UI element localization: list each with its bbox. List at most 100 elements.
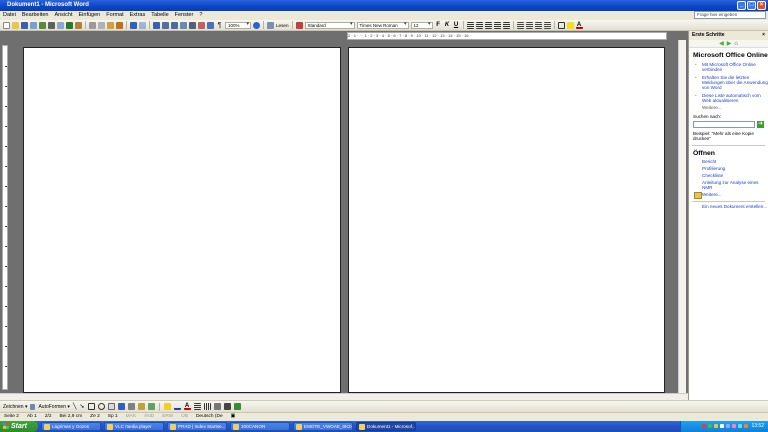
menu-help[interactable]: ? (196, 11, 205, 20)
dash-style-icon[interactable] (203, 403, 211, 410)
draw-menu[interactable]: Zeichnen ▾ (3, 404, 27, 410)
insert-excel-icon[interactable] (180, 21, 187, 29)
new-document-link[interactable]: Ein neues Dokument erstellen... (689, 204, 768, 209)
arrow-icon[interactable]: ➘ (80, 403, 85, 410)
search-input[interactable] (693, 121, 755, 128)
hyperlink-icon[interactable] (153, 21, 160, 29)
fill-color-icon[interactable] (163, 403, 171, 410)
redo-icon[interactable] (139, 21, 146, 29)
menu-tabelle[interactable]: Tabelle (148, 11, 171, 20)
close-button[interactable]: × (757, 1, 766, 10)
print-preview-icon[interactable] (57, 21, 64, 29)
bold-icon[interactable]: F (435, 22, 442, 29)
office-online-link-news[interactable]: Erhalten Sie die letzten Meldungen über … (689, 75, 768, 90)
wordart-icon[interactable] (117, 403, 125, 410)
italic-icon[interactable]: K (444, 22, 451, 29)
oval-icon[interactable] (97, 403, 105, 410)
line-icon[interactable]: ╲ (73, 403, 77, 410)
tables-borders-icon[interactable] (162, 21, 169, 29)
open-item-bericht[interactable]: Bericht (689, 159, 768, 164)
permission-icon[interactable] (30, 21, 37, 29)
back-arrow-icon[interactable]: ◀ (719, 40, 724, 47)
diagram-icon[interactable] (127, 403, 135, 410)
new-document-icon[interactable] (3, 21, 10, 29)
cut-icon[interactable] (89, 21, 96, 29)
tray-icon[interactable] (714, 423, 719, 428)
pilcrow-icon[interactable]: ¶ (216, 22, 223, 29)
underline-icon[interactable]: U (453, 22, 460, 29)
bullets-icon[interactable] (525, 21, 533, 29)
maximize-button[interactable]: □ (747, 1, 756, 10)
open-item-profilierung[interactable]: Profilierung (689, 166, 768, 171)
taskbar-item-active[interactable]: Dokument1 - Microsof... (356, 422, 416, 431)
taskbar-item[interactable]: VLC media player (104, 422, 164, 431)
columns-icon[interactable] (189, 21, 196, 29)
textbox-icon[interactable] (107, 403, 115, 410)
rectangle-icon[interactable] (87, 403, 95, 410)
menu-ansicht[interactable]: Ansicht (51, 11, 75, 20)
paste-icon[interactable] (107, 21, 114, 29)
menu-einfuegen[interactable]: Einfügen (76, 11, 104, 20)
forward-arrow-icon[interactable]: ▶ (727, 40, 732, 47)
arrow-style-icon[interactable] (213, 403, 221, 410)
open-more-link[interactable]: Weitere... (689, 192, 768, 199)
font-color-icon[interactable]: A (575, 22, 583, 29)
increase-indent-icon[interactable] (543, 21, 551, 29)
horizontal-ruler[interactable]: 2 · 1 · · · 1 · 2 · 3 · 4 · 5 · 6 · 7 · … (347, 32, 667, 40)
font-size-select[interactable]: 12 (410, 21, 433, 29)
status-flag-erw[interactable]: ERW (158, 413, 177, 421)
document-page-2[interactable] (348, 47, 665, 393)
font-select[interactable]: Times New Roman (356, 21, 409, 29)
line-color-icon[interactable] (173, 403, 181, 410)
align-right-icon[interactable] (484, 21, 492, 29)
menu-datei[interactable]: Datei (0, 11, 19, 20)
select-objects-icon[interactable] (30, 403, 36, 410)
clock[interactable]: 13:52 (751, 423, 764, 429)
align-center-icon[interactable] (475, 21, 483, 29)
menu-format[interactable]: Format (103, 11, 126, 20)
help-question-input[interactable]: Frage hier eingeben (694, 11, 766, 19)
format-painter-icon[interactable] (116, 21, 123, 29)
tray-icon[interactable] (702, 423, 707, 428)
status-flag-mak[interactable]: MAK (122, 413, 140, 421)
spelling-status-icon[interactable]: ▣ (227, 413, 240, 421)
copy-icon[interactable] (98, 21, 105, 29)
document-map-icon[interactable] (207, 21, 214, 29)
menu-bearbeiten[interactable]: Bearbeiten (19, 11, 52, 20)
open-item-checkliste[interactable]: Checkliste (689, 173, 768, 178)
taskbar-item[interactable]: PRAD | Index Startse... (167, 422, 227, 431)
picture-icon[interactable] (147, 403, 155, 410)
undo-icon[interactable] (130, 21, 137, 29)
menu-fenster[interactable]: Fenster (172, 11, 197, 20)
more-link[interactable]: Weitere... (689, 105, 768, 110)
vertical-scrollbar[interactable] (678, 40, 686, 393)
open-folder-icon[interactable] (12, 21, 19, 29)
tray-icon[interactable] (720, 423, 725, 428)
draw-font-color-icon[interactable]: A (183, 403, 191, 410)
taskbar-item[interactable]: EMOTE_VWOAE_0K24... (293, 422, 353, 431)
shadow-icon[interactable] (223, 403, 231, 410)
office-online-link-connect[interactable]: Mit Microsoft Office Online verbinden (689, 62, 768, 72)
line-spacing-icon[interactable] (502, 21, 510, 29)
tray-icon[interactable] (744, 423, 749, 428)
vertical-ruler[interactable] (2, 45, 8, 390)
line-style-icon[interactable] (193, 403, 201, 410)
email-icon[interactable] (39, 21, 46, 29)
search-go-button[interactable]: ➜ (757, 121, 764, 128)
status-language[interactable]: Deutsch (De (192, 413, 227, 421)
decrease-indent-icon[interactable] (534, 21, 542, 29)
insert-table-icon[interactable] (171, 21, 178, 29)
numbering-icon[interactable] (516, 21, 524, 29)
status-flag-ueb[interactable]: ÜB (177, 413, 192, 421)
taskbar-item[interactable]: 100CANON (230, 422, 290, 431)
open-item-nmr[interactable]: Anleitung zur Analyse eines NMR (689, 180, 768, 190)
help-icon[interactable] (253, 21, 260, 29)
menu-extras[interactable]: Extras (127, 11, 149, 20)
task-pane-close-icon[interactable]: × (762, 31, 765, 40)
status-flag-aend[interactable]: ÄND (140, 413, 158, 421)
tray-icon[interactable] (708, 423, 713, 428)
3d-icon[interactable] (233, 403, 241, 410)
document-page-1[interactable] (23, 47, 341, 393)
justify-icon[interactable] (493, 21, 501, 29)
autoshapes-menu[interactable]: AutoFormen ▾ (38, 404, 69, 410)
